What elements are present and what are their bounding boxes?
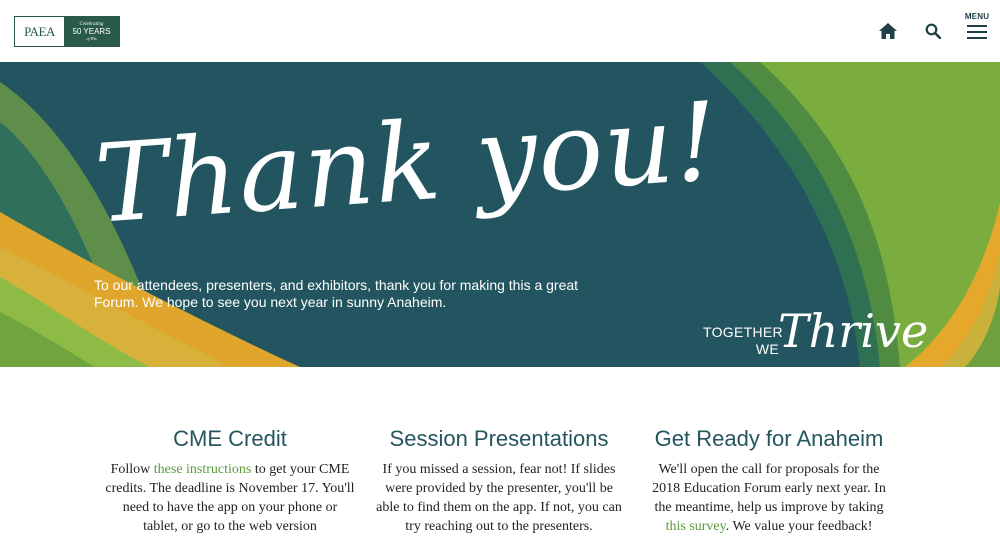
site-header: PAEA Celebrating 50 YEARS of PAs MENU bbox=[0, 0, 1000, 62]
anaheim-text-before: We'll open the call for proposals for th… bbox=[652, 462, 886, 515]
cme-credit-text: Follow these instructions to get your CM… bbox=[105, 460, 355, 536]
menu-button[interactable]: MENU bbox=[964, 12, 990, 42]
paea-logo[interactable]: PAEA Celebrating 50 YEARS of PAs bbox=[14, 16, 120, 47]
menu-label: MENU bbox=[964, 12, 990, 21]
anaheim-text-after: . We value your feedback! bbox=[725, 519, 873, 534]
hamburger-icon bbox=[967, 25, 987, 39]
search-icon[interactable] bbox=[925, 23, 942, 40]
logo-years: 50 YEARS bbox=[72, 27, 111, 36]
thrive-script: Thrive bbox=[778, 304, 929, 358]
cme-credit-title: CME Credit bbox=[173, 426, 287, 451]
home-icon[interactable] bbox=[879, 23, 897, 39]
logo-anniversary: Celebrating 50 YEARS of PAs bbox=[64, 17, 119, 46]
session-presentations-section: Session Presentations If you missed a se… bbox=[374, 426, 624, 536]
logo-sub: of PAs bbox=[86, 36, 97, 41]
instructions-link[interactable]: these instructions bbox=[154, 462, 252, 477]
survey-link[interactable]: this survey bbox=[666, 519, 726, 534]
together-we-tagline: TOGETHER WE bbox=[703, 324, 783, 358]
anaheim-section: Get Ready for Anaheim We'll open the cal… bbox=[644, 426, 894, 536]
logo-mark: PAEA bbox=[15, 17, 64, 46]
hero-banner: Thank you! To our attendees, presenters,… bbox=[0, 62, 1000, 367]
together-line2: WE bbox=[755, 341, 779, 357]
hero-message: To our attendees, presenters, and exhibi… bbox=[94, 277, 579, 310]
session-presentations-title: Session Presentations bbox=[389, 426, 609, 451]
anaheim-title: Get Ready for Anaheim bbox=[654, 426, 884, 451]
cme-text-before: Follow bbox=[110, 462, 154, 477]
anaheim-text: We'll open the call for proposals for th… bbox=[644, 460, 894, 536]
together-line1: TOGETHER bbox=[703, 324, 783, 340]
session-presentations-text: If you missed a session, fear not! If sl… bbox=[376, 462, 622, 534]
cme-credit-section: CME Credit Follow these instructions to … bbox=[105, 426, 355, 536]
